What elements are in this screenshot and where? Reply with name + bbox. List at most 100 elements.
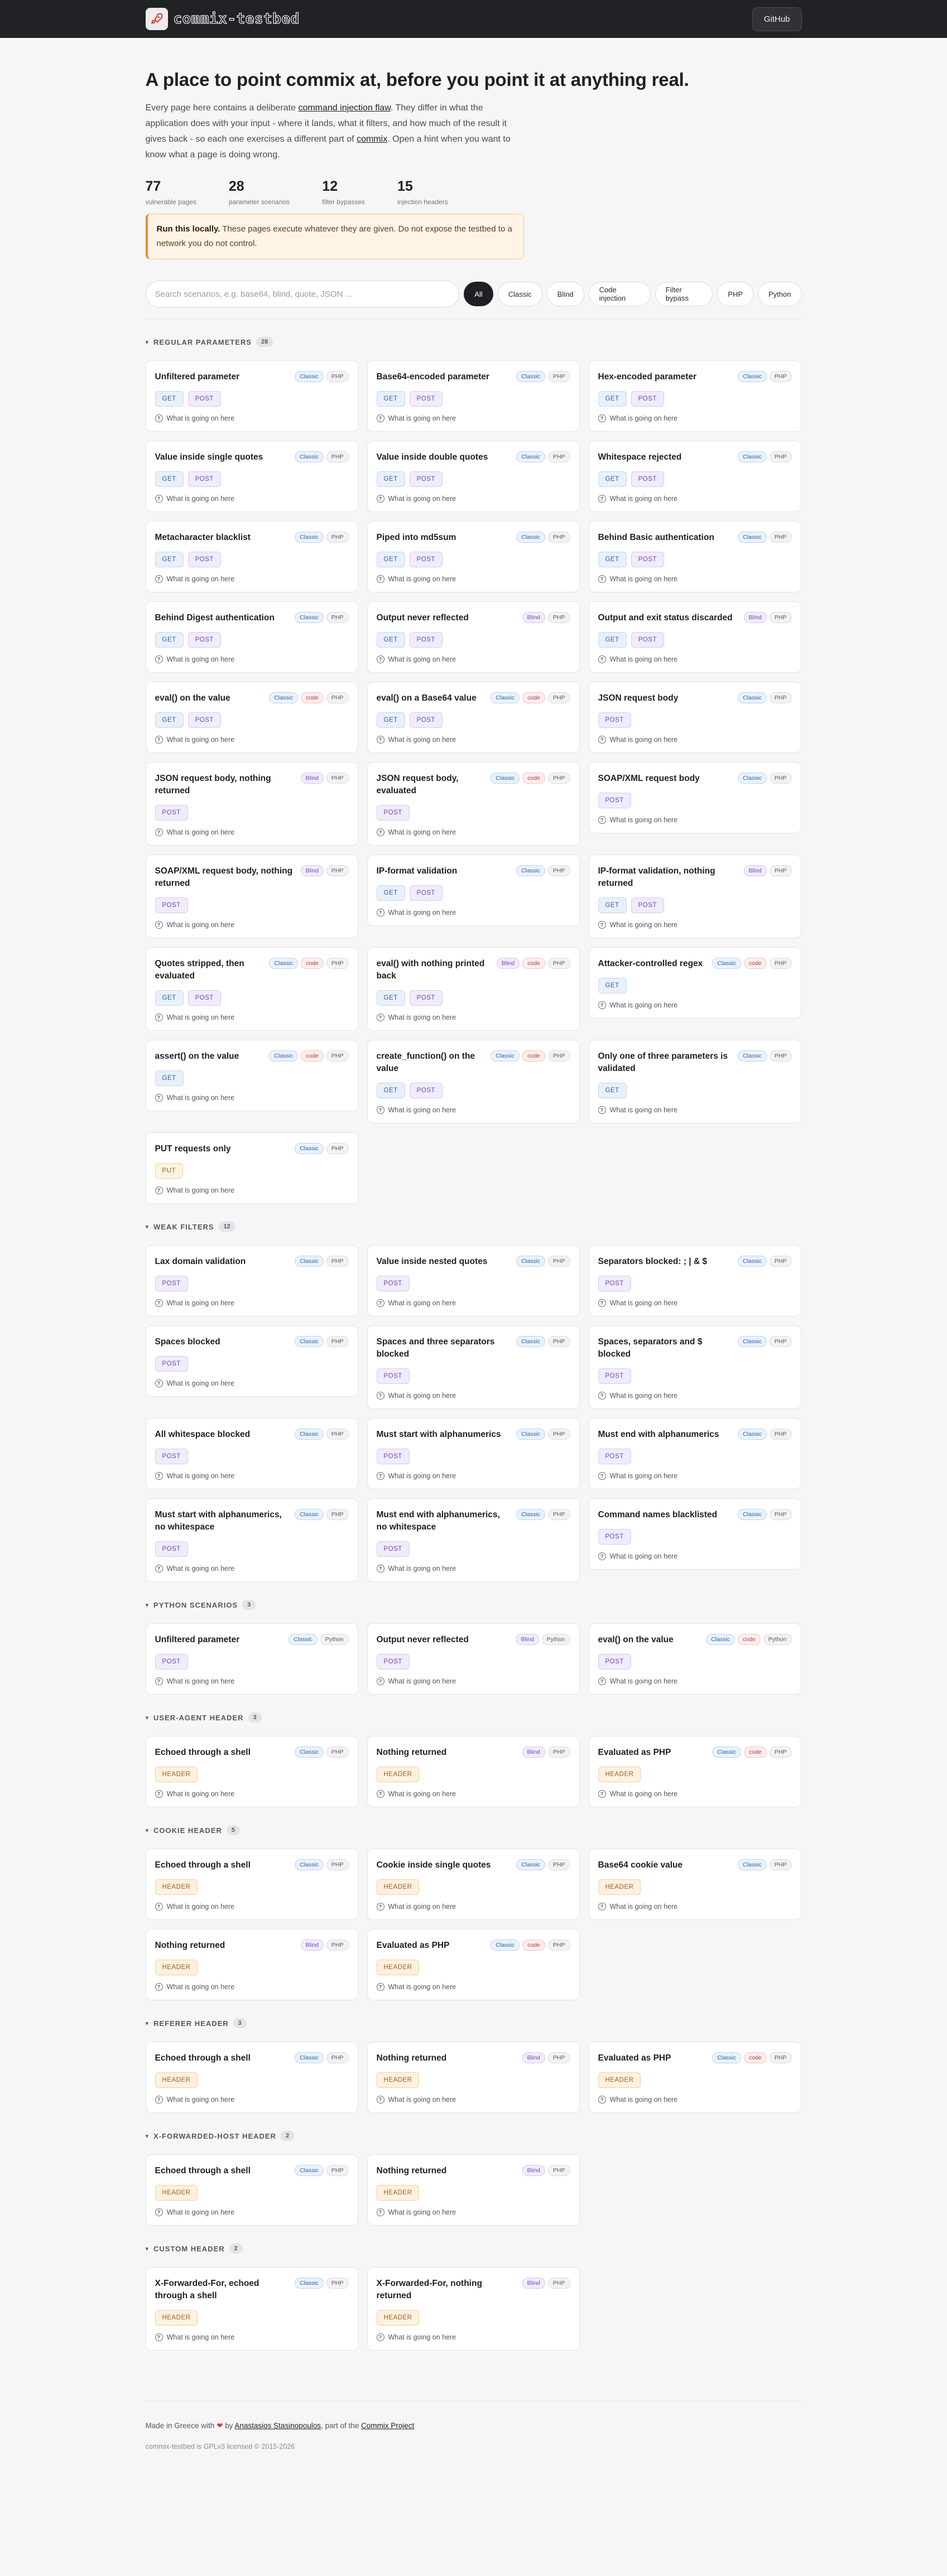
- card-title[interactable]: SOAP/XML request body: [598, 773, 700, 785]
- filter-chip-blind[interactable]: Blind: [546, 282, 584, 306]
- scenario-card[interactable]: Attacker-controlled regex Classic code PHP G…: [588, 947, 801, 1019]
- hint-toggle[interactable]: ? What is going on here: [155, 1983, 349, 1991]
- hint-toggle[interactable]: ? What is going on here: [155, 1186, 349, 1194]
- card-title[interactable]: Hex-encoded parameter: [598, 371, 697, 383]
- hint-toggle[interactable]: ? What is going on here: [376, 1106, 570, 1114]
- method-header-link[interactable]: HEADER: [376, 1767, 420, 1782]
- card-title[interactable]: SOAP/XML request body, nothing returned: [155, 865, 295, 890]
- hint-toggle[interactable]: ? What is going on here: [376, 1472, 570, 1480]
- card-title[interactable]: eval() on the value: [155, 692, 230, 705]
- method-post-link[interactable]: POST: [376, 1368, 410, 1384]
- scenario-card[interactable]: Nothing returned Blind PHP HEADER? What is g…: [367, 2042, 580, 2113]
- scenario-card[interactable]: Value inside single quotes Classic PHP GET P…: [145, 441, 358, 512]
- filter-chip-python[interactable]: Python: [758, 282, 802, 306]
- card-title[interactable]: Must start with alphanumerics, no whites…: [155, 1509, 290, 1533]
- hint-toggle[interactable]: ? What is going on here: [376, 2096, 570, 2104]
- card-title[interactable]: Separators blocked: ; | & $: [598, 1256, 708, 1268]
- scenario-card[interactable]: Command names blacklisted Classic PHP POST?…: [588, 1498, 801, 1570]
- hint-toggle[interactable]: ? What is going on here: [376, 736, 570, 744]
- method-get-link[interactable]: GET: [155, 1070, 184, 1086]
- card-title[interactable]: Spaces and three separators blocked: [377, 1336, 511, 1361]
- card-title[interactable]: Echoed through a shell: [155, 2165, 251, 2177]
- filter-chip-code-injection[interactable]: Code injection: [588, 282, 651, 306]
- scenario-card[interactable]: Echoed through a shell Classic PHP HEADER? W…: [145, 2154, 358, 2226]
- hint-toggle[interactable]: ? What is going on here: [155, 828, 349, 836]
- scenario-card[interactable]: Base64-encoded parameter Classic PHP GET POS…: [367, 360, 580, 432]
- hint-toggle[interactable]: ? What is going on here: [376, 575, 570, 583]
- scenario-card[interactable]: JSON request body, nothing returned Blind…: [145, 762, 358, 846]
- method-get-link[interactable]: GET: [376, 391, 405, 407]
- scenario-card[interactable]: Unfiltered parameter Classic Python POST? Wh…: [145, 1623, 358, 1695]
- hint-toggle[interactable]: ? What is going on here: [376, 1299, 570, 1307]
- scenario-card[interactable]: Behind Digest authentication Classic PHP GE…: [145, 601, 358, 673]
- card-title[interactable]: Must end with alphanumerics, no whitespa…: [377, 1509, 511, 1533]
- method-post-link[interactable]: POST: [598, 1368, 631, 1384]
- section-header[interactable]: ▾ X-FORWARDED-HOST HEADER 2: [146, 2131, 802, 2141]
- scenario-card[interactable]: Cookie inside single quotes Classic PHP HEA…: [367, 1849, 580, 1920]
- method-get-link[interactable]: GET: [598, 391, 627, 407]
- scenario-card[interactable]: IP-format validation Classic PHP GET POST? Wh…: [367, 855, 580, 926]
- card-title[interactable]: Output and exit status discarded: [598, 612, 733, 624]
- card-title[interactable]: JSON request body, nothing returned: [155, 773, 295, 797]
- method-post-link[interactable]: POST: [188, 990, 221, 1006]
- hint-toggle[interactable]: ? What is going on here: [155, 495, 349, 503]
- hint-toggle[interactable]: ? What is going on here: [376, 1790, 570, 1798]
- hint-toggle[interactable]: ? What is going on here: [376, 1565, 570, 1572]
- method-get-link[interactable]: GET: [598, 552, 627, 567]
- scenario-card[interactable]: Evaluated as PHP Classic code PHP HEADER? Wha…: [588, 1736, 801, 1807]
- scenario-card[interactable]: JSON request body Classic PHP POST? What is …: [588, 682, 801, 753]
- scenario-card[interactable]: eval() on the value Classic code Python POST…: [588, 1623, 801, 1695]
- scenario-card[interactable]: create_function() on the value Classic cod…: [367, 1040, 580, 1123]
- method-get-link[interactable]: GET: [376, 632, 405, 648]
- method-post-link[interactable]: POST: [409, 712, 443, 728]
- card-title[interactable]: Cookie inside single quotes: [377, 1859, 491, 1871]
- card-title[interactable]: eval() on the value: [598, 1634, 674, 1646]
- method-header-link[interactable]: HEADER: [376, 1960, 420, 1975]
- hint-toggle[interactable]: ? What is going on here: [598, 1001, 792, 1009]
- scenario-card[interactable]: X-Forwarded-For, nothing returned Blind PH…: [367, 2267, 580, 2351]
- scenario-card[interactable]: Echoed through a shell Classic PHP HEADER? W…: [145, 1736, 358, 1807]
- scenario-card[interactable]: Output never reflected Blind PHP GET POST? Wh…: [367, 601, 580, 673]
- card-title[interactable]: Attacker-controlled regex: [598, 958, 703, 970]
- hint-toggle[interactable]: ? What is going on here: [155, 736, 349, 744]
- scenario-card[interactable]: Behind Basic authentication Classic PHP GET…: [588, 521, 801, 592]
- hint-toggle[interactable]: ? What is going on here: [155, 2096, 349, 2104]
- method-get-link[interactable]: GET: [598, 898, 627, 913]
- method-get-link[interactable]: GET: [598, 632, 627, 648]
- github-button[interactable]: GitHub: [752, 7, 802, 31]
- method-header-link[interactable]: HEADER: [155, 2185, 198, 2201]
- method-header-link[interactable]: HEADER: [376, 2185, 420, 2201]
- scenario-card[interactable]: Piped into md5sum Classic PHP GET POST? What …: [367, 521, 580, 592]
- hint-toggle[interactable]: ? What is going on here: [155, 575, 349, 583]
- method-post-link[interactable]: POST: [598, 1529, 631, 1545]
- card-title[interactable]: assert() on the value: [155, 1050, 239, 1063]
- scenario-card[interactable]: assert() on the value Classic code PHP GET? W…: [145, 1040, 358, 1111]
- scenario-card[interactable]: Nothing returned Blind PHP HEADER? What is g…: [367, 2154, 580, 2226]
- brand-logo[interactable]: commix-testbed: [145, 8, 300, 30]
- hint-toggle[interactable]: ? What is going on here: [155, 1903, 349, 1911]
- card-title[interactable]: IP-format validation, nothing returned: [598, 865, 738, 890]
- card-title[interactable]: X-Forwarded-For, nothing returned: [377, 2278, 517, 2302]
- filter-chip-all[interactable]: All: [464, 282, 493, 306]
- hint-toggle[interactable]: ? What is going on here: [155, 921, 349, 929]
- hint-toggle[interactable]: ? What is going on here: [376, 1903, 570, 1911]
- card-title[interactable]: Base64 cookie value: [598, 1859, 683, 1871]
- hint-toggle[interactable]: ? What is going on here: [376, 909, 570, 916]
- card-title[interactable]: Must start with alphanumerics: [377, 1429, 501, 1441]
- method-get-link[interactable]: GET: [376, 552, 405, 567]
- card-title[interactable]: Must end with alphanumerics: [598, 1429, 719, 1441]
- card-title[interactable]: create_function() on the value: [377, 1050, 485, 1075]
- hint-toggle[interactable]: ? What is going on here: [155, 414, 349, 422]
- scenario-card[interactable]: Separators blocked: ; | & $ Classic PHP POS…: [588, 1245, 801, 1316]
- method-get-link[interactable]: GET: [155, 391, 184, 407]
- method-header-link[interactable]: HEADER: [155, 2310, 198, 2326]
- scenario-card[interactable]: Value inside double quotes Classic PHP GET P…: [367, 441, 580, 512]
- card-title[interactable]: All whitespace blocked: [155, 1429, 251, 1441]
- method-post-link[interactable]: POST: [598, 1449, 631, 1464]
- hint-toggle[interactable]: ? What is going on here: [155, 1472, 349, 1480]
- method-get-link[interactable]: GET: [155, 712, 184, 728]
- method-get-link[interactable]: GET: [598, 978, 627, 993]
- project-link[interactable]: Commix Project: [361, 2421, 414, 2430]
- method-post-link[interactable]: POST: [409, 632, 443, 648]
- hint-toggle[interactable]: ? What is going on here: [155, 1790, 349, 1798]
